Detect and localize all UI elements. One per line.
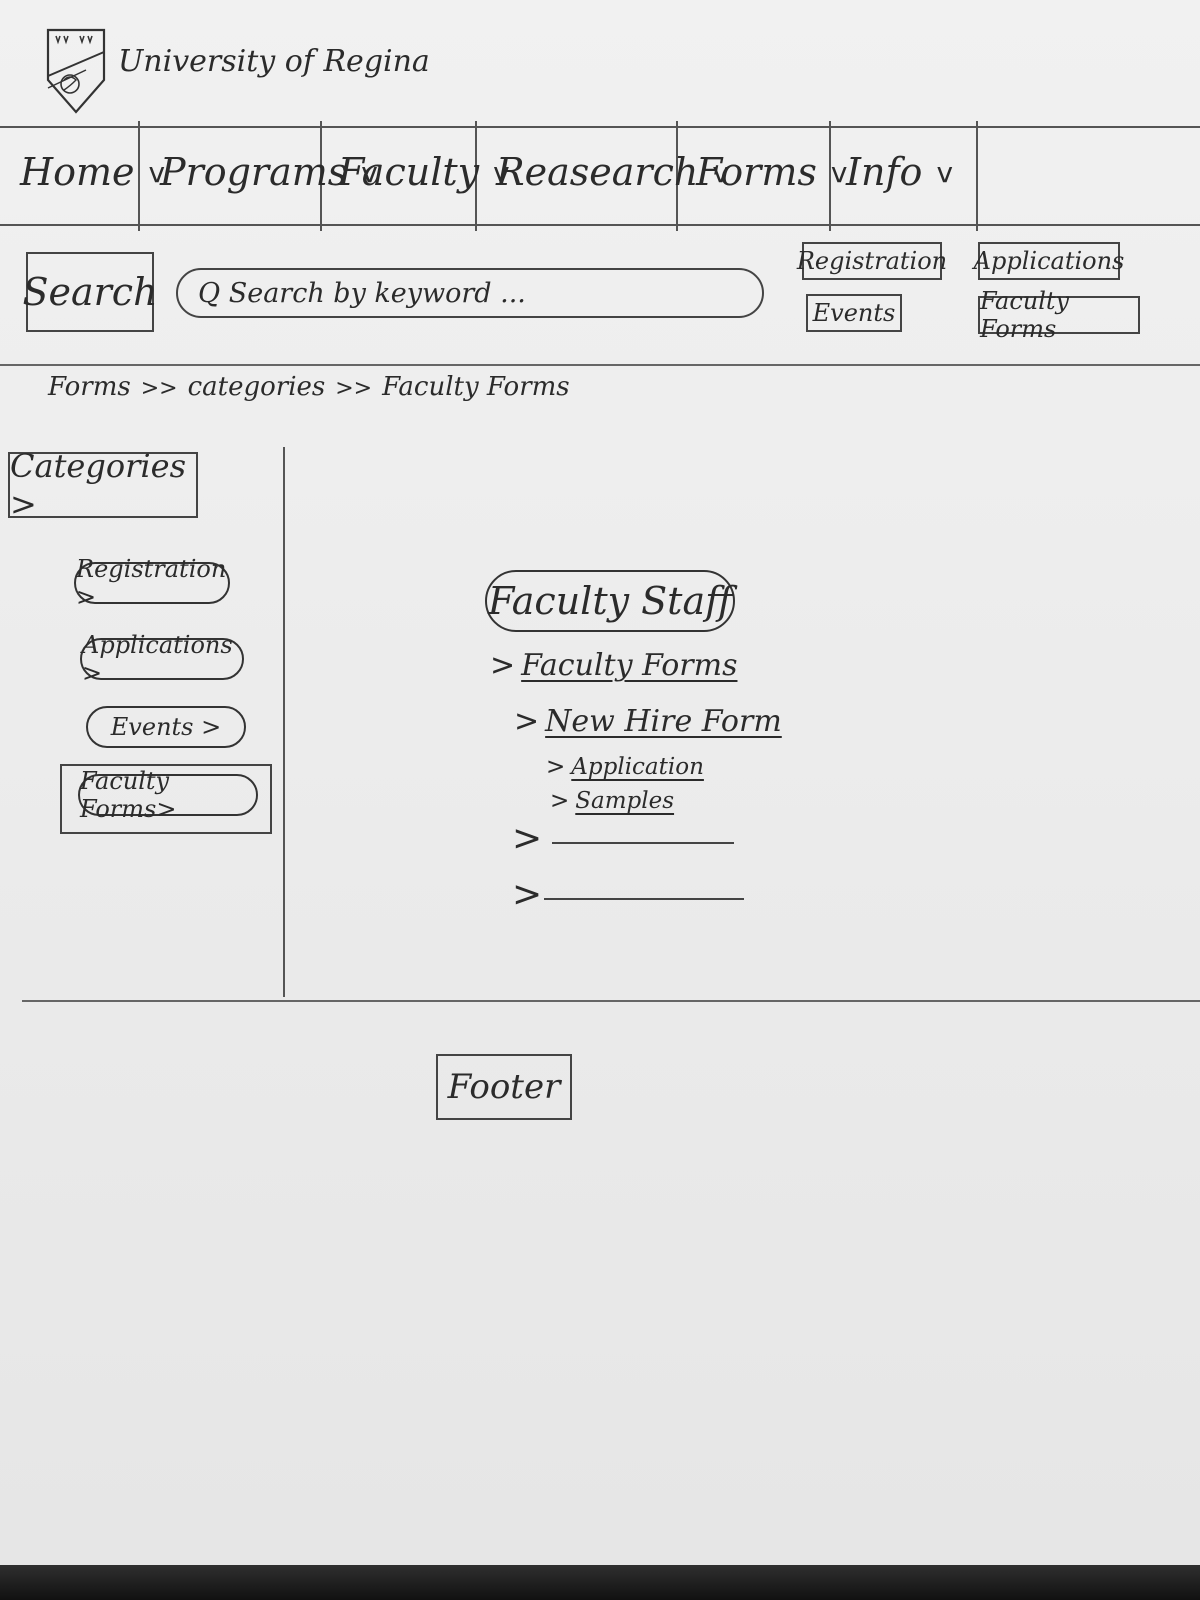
- nav-separator: [976, 121, 978, 231]
- nav-item-info[interactable]: Info v: [846, 142, 953, 202]
- tree-item-label: Faculty Forms: [521, 648, 738, 683]
- sidebar-item-events[interactable]: Events >: [86, 706, 246, 748]
- nav-item-forms[interactable]: Forms v: [696, 142, 847, 202]
- tree-item-placeholder[interactable]: >: [512, 874, 548, 915]
- background-edge: [0, 1565, 1200, 1600]
- footer-divider: [22, 1000, 1200, 1002]
- nav-item-faculty[interactable]: Faculty v: [338, 142, 510, 202]
- tree-item-label: New Hire Form: [545, 704, 782, 739]
- chevron-down-icon: v: [830, 155, 848, 189]
- breadcrumb-item-current: Faculty Forms: [382, 372, 570, 402]
- breadcrumb-separator: >>: [140, 376, 178, 401]
- chevron-down-icon: v: [936, 155, 954, 189]
- nav-item-label: Programs: [160, 150, 348, 194]
- chevron-right-icon: >: [512, 874, 543, 915]
- search-button[interactable]: Search: [22, 252, 158, 332]
- chevron-right-icon: >: [546, 754, 566, 780]
- breadcrumb-separator: >>: [335, 376, 373, 401]
- university-crest-icon: [46, 28, 106, 114]
- tree-item-label: Application: [571, 754, 704, 780]
- tree-item-placeholder[interactable]: >: [512, 818, 548, 859]
- nav-item-label: Faculty: [338, 150, 480, 194]
- sidebar-item-faculty-forms[interactable]: Faculty Forms>: [78, 767, 258, 823]
- tree-item-new-hire-form[interactable]: > New Hire Form: [514, 704, 782, 739]
- nav-top-border: [0, 126, 1200, 128]
- tree-item-faculty-forms[interactable]: > Faculty Forms: [490, 648, 737, 683]
- footer: Footer: [436, 1054, 572, 1120]
- site-title[interactable]: University of Regina: [118, 44, 430, 79]
- placeholder-line: [544, 898, 744, 900]
- nav-bottom-border: [0, 224, 1200, 226]
- nav-item-label: Home: [20, 150, 135, 194]
- quick-link-events[interactable]: Events: [806, 294, 902, 332]
- breadcrumb-item[interactable]: Forms: [48, 372, 131, 402]
- tree-item-samples[interactable]: > Samples: [550, 788, 674, 814]
- categories-header[interactable]: Categories >: [8, 447, 198, 523]
- search-input[interactable]: Q Search by keyword ...: [176, 268, 764, 318]
- tree-item-application[interactable]: > Application: [546, 754, 704, 780]
- chevron-right-icon: >: [550, 788, 570, 814]
- section-title-faculty-staff[interactable]: Faculty Staff: [485, 570, 735, 632]
- nav-item-label: Info: [846, 150, 923, 194]
- sidebar-divider: [283, 447, 285, 997]
- chevron-right-icon: >: [490, 648, 516, 683]
- nav-item-research[interactable]: Reasearch v: [496, 142, 729, 202]
- sidebar-item-registration[interactable]: Registration >: [74, 555, 230, 611]
- quick-link-applications[interactable]: Applications: [974, 242, 1124, 280]
- tree-item-label: Samples: [575, 788, 675, 814]
- quick-link-registration[interactable]: Registration: [797, 242, 947, 280]
- chevron-right-icon: >: [512, 818, 543, 859]
- chevron-right-icon: >: [514, 704, 540, 739]
- header-divider: [0, 364, 1200, 366]
- breadcrumb-item[interactable]: categories: [188, 372, 326, 402]
- quick-link-faculty-forms[interactable]: Faculty Forms: [978, 287, 1140, 343]
- nav-item-home[interactable]: Home v: [20, 142, 165, 202]
- breadcrumb: Forms >> categories >> Faculty Forms: [48, 372, 570, 402]
- nav-item-label: Forms: [696, 150, 817, 194]
- nav-item-label: Reasearch: [496, 150, 699, 194]
- placeholder-line: [552, 842, 734, 844]
- sidebar-item-applications[interactable]: Applications >: [80, 631, 244, 687]
